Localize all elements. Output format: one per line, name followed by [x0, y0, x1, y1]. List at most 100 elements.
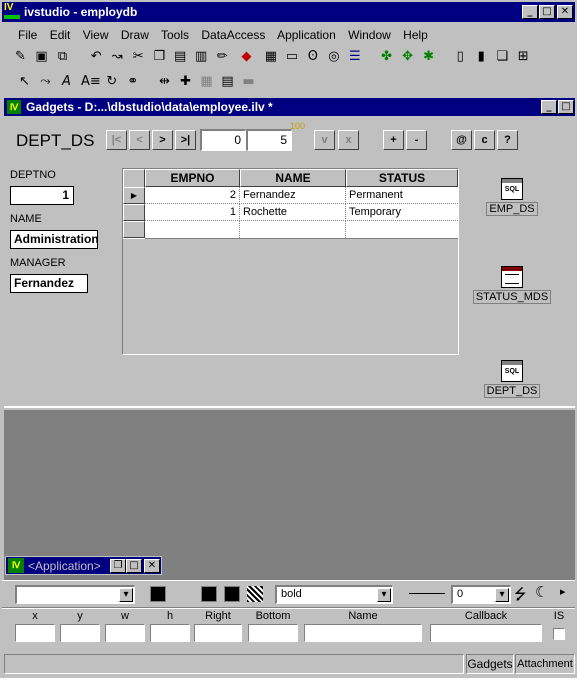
pattern-icon[interactable] — [247, 586, 263, 602]
save-all-icon[interactable]: ⧉ — [52, 47, 73, 68]
save-icon[interactable]: ▣ — [31, 47, 52, 68]
copy-icon[interactable]: ❐ — [149, 47, 170, 68]
last-record-button[interactable]: >| — [175, 130, 196, 150]
name-field[interactable]: Administration — [10, 230, 99, 249]
paste-special-icon[interactable]: ▥ — [191, 47, 212, 68]
align-icon[interactable]: ▦ — [260, 47, 281, 68]
w-field[interactable] — [105, 624, 145, 642]
menu-view[interactable]: View — [83, 28, 109, 42]
chevron-down-icon[interactable]: ▾ — [119, 588, 133, 602]
application-maximize-button[interactable]: □ — [126, 559, 142, 573]
link-icon[interactable]: ⚭ — [122, 72, 143, 93]
doc-c-icon[interactable]: ❏ — [492, 47, 513, 68]
right-field[interactable] — [194, 624, 242, 642]
menu-dataaccess[interactable]: DataAccess — [201, 28, 265, 42]
fill-color-swatch[interactable] — [201, 586, 217, 602]
form-icon[interactable]: ▭ — [281, 47, 302, 68]
undo-icon[interactable]: ↶ — [86, 47, 107, 68]
menu-tools[interactable]: Tools — [161, 28, 189, 42]
column-header-name[interactable]: NAME — [240, 169, 346, 187]
deptno-field[interactable]: 1 — [10, 186, 74, 205]
font-weight-select[interactable]: bold ▾ — [275, 585, 393, 604]
gadgets-minimize-button[interactable]: _ — [541, 100, 557, 114]
chevron-down-icon[interactable]: ▾ — [495, 588, 509, 602]
rotate-icon[interactable]: ↻ — [101, 72, 122, 93]
inspect-icon[interactable]: ◎ — [323, 47, 344, 68]
list-icon[interactable]: ☰ — [344, 47, 365, 68]
menu-application[interactable]: Application — [277, 28, 336, 42]
cancel-edit-button[interactable]: x — [338, 130, 359, 150]
resize-icon[interactable]: ✚ — [175, 72, 196, 93]
status-tab-gadgets[interactable]: Gadgets — [466, 654, 514, 674]
prev-record-button[interactable]: < — [129, 130, 150, 150]
cut-icon[interactable]: ✂ — [128, 47, 149, 68]
tool-c-icon[interactable]: ✱ — [418, 47, 439, 68]
y-field[interactable] — [60, 624, 100, 642]
line-width-select[interactable]: 0 ▾ — [451, 585, 511, 604]
c-button[interactable]: c — [474, 130, 495, 150]
redo-icon[interactable]: ↝ — [107, 47, 128, 68]
new-icon[interactable]: ✎ — [10, 47, 31, 68]
column-header-status[interactable]: STATUS — [346, 169, 458, 187]
delete-record-button[interactable]: - — [406, 130, 427, 150]
move-icon[interactable]: ⇹ — [154, 72, 175, 93]
font-family-select[interactable]: ▾ — [15, 585, 135, 604]
datasource-emp-ds[interactable]: SQL EMP_DS — [472, 178, 552, 216]
status-tab-attachment[interactable]: Attachment — [515, 654, 575, 674]
first-record-button[interactable]: |< — [106, 130, 127, 150]
gadgets-maximize-button[interactable]: □ — [558, 100, 574, 114]
doc-d-icon[interactable]: ⊞ — [513, 47, 534, 68]
table-row-new[interactable] — [145, 221, 458, 239]
glasses-icon[interactable]: ʘ — [302, 47, 323, 68]
arrow-style-icon[interactable]: ⭍ — [514, 584, 527, 609]
minimize-button[interactable]: _ — [522, 5, 538, 19]
employee-grid[interactable]: EMPNO NAME STATUS ▶ 2 Fernandez Permanen… — [122, 168, 459, 355]
menu-help[interactable]: Help — [403, 28, 428, 42]
application-close-button[interactable]: ✕ — [144, 559, 160, 573]
row-header-current[interactable]: ▶ — [123, 187, 145, 204]
application-minimized-window[interactable]: Ⅳ <Application> ❐ □ ✕ — [5, 556, 162, 575]
table-row[interactable]: 1 Rochette Temporary — [145, 204, 458, 221]
text-icon[interactable]: A — [56, 72, 77, 93]
datasource-dept-ds[interactable]: SQL DEPT_DS — [472, 360, 552, 398]
record-count-field[interactable]: 5 — [246, 129, 292, 151]
insert-record-button[interactable]: + — [383, 130, 404, 150]
doc-b-icon[interactable]: ▮ — [471, 47, 492, 68]
menu-draw[interactable]: Draw — [121, 28, 149, 42]
validate-button[interactable]: v — [314, 130, 335, 150]
row-header-new[interactable] — [123, 221, 145, 238]
chevron-down-icon[interactable]: ▾ — [377, 588, 391, 602]
moon-icon[interactable]: ☾ — [535, 583, 548, 601]
scroll-right-icon[interactable]: ▸ — [560, 585, 566, 598]
manager-field[interactable]: Fernandez — [10, 274, 88, 293]
application-restore-button[interactable]: ❐ — [110, 559, 126, 573]
column-header-empno[interactable]: EMPNO — [145, 169, 240, 187]
tool-b-icon[interactable]: ✥ — [397, 47, 418, 68]
name-field[interactable] — [304, 624, 422, 642]
menu-edit[interactable]: Edit — [50, 28, 71, 42]
is-checkbox[interactable] — [553, 628, 565, 640]
h-field[interactable] — [150, 624, 190, 642]
pencil-icon[interactable]: ✏ — [212, 47, 233, 68]
tool-a-icon[interactable]: ✤ — [376, 47, 397, 68]
close-button[interactable]: ✕ — [557, 5, 573, 19]
foreground-color-swatch[interactable] — [150, 586, 166, 602]
current-record-field[interactable]: 0 — [200, 129, 246, 151]
x-field[interactable] — [15, 624, 55, 642]
menu-file[interactable]: File — [18, 28, 37, 42]
next-record-button[interactable]: > — [152, 130, 173, 150]
row-header[interactable] — [123, 204, 145, 221]
panel-icon[interactable]: ▬ — [238, 72, 259, 93]
table-icon[interactable]: ▤ — [217, 72, 238, 93]
background-color-swatch[interactable] — [224, 586, 240, 602]
grid-icon[interactable]: ▦ — [196, 72, 217, 93]
bottom-field[interactable] — [248, 624, 298, 642]
menu-window[interactable]: Window — [348, 28, 391, 42]
doc-a-icon[interactable]: ▯ — [450, 47, 471, 68]
text-edit-icon[interactable]: A≡ — [80, 72, 101, 93]
query-button[interactable]: ? — [497, 130, 518, 150]
select-icon[interactable]: ↖ — [14, 72, 35, 93]
stop-icon[interactable]: ◆ — [236, 47, 257, 68]
table-row[interactable]: 2 Fernandez Permanent — [145, 187, 458, 204]
datasource-status-mds[interactable]: STATUS_MDS — [472, 266, 552, 304]
